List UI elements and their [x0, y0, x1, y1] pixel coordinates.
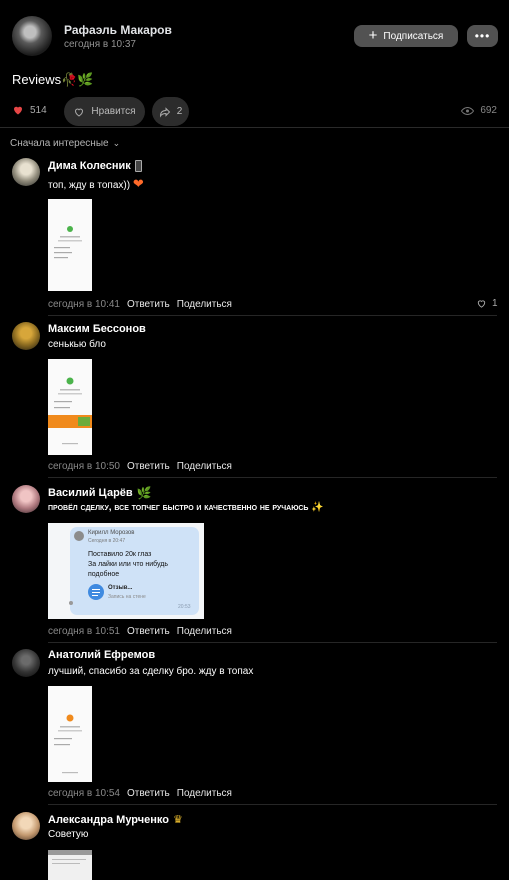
screenshot-image	[48, 199, 92, 291]
chevron-down-icon: ⌄	[112, 138, 121, 148]
message-avatar	[74, 531, 84, 541]
heart-outline-icon	[477, 300, 486, 308]
commenter-name[interactable]: Анатолий Ефремов	[48, 649, 155, 661]
screenshot-image	[48, 359, 92, 455]
comment-meta: сегодня в 10:50 Ответить Поделиться	[48, 461, 232, 472]
comment-likes-count: 1	[492, 298, 498, 309]
leaf-icon: 🌿	[136, 486, 152, 500]
commenter-name[interactable]: Дима Колесник	[48, 160, 142, 172]
comment-meta: сегодня в 10:41 Ответить Поделиться	[48, 299, 232, 310]
comment-meta: сегодня в 10:54 Ответить Поделиться	[48, 788, 232, 799]
views-count: 692	[480, 105, 497, 116]
comment-time[interactable]: сегодня в 10:54	[48, 788, 120, 799]
plus-icon: +	[368, 27, 378, 44]
phone-icon	[134, 160, 142, 172]
comment-time[interactable]: сегодня в 10:51	[48, 626, 120, 637]
reply-button[interactable]: Ответить	[127, 788, 170, 799]
share-icon	[159, 106, 170, 118]
eye-icon	[461, 106, 475, 115]
screenshot-line	[52, 863, 80, 864]
comment-divider	[48, 642, 497, 643]
like-button[interactable]: Нравится	[64, 97, 145, 126]
share-comment-button[interactable]: Поделиться	[177, 299, 232, 310]
message-time: Сегодня в 20:47	[88, 538, 126, 544]
sort-label: Сначала интересные	[10, 138, 109, 149]
comment-image[interactable]	[48, 359, 92, 455]
comment-image[interactable]	[48, 686, 92, 782]
commenter-name[interactable]: Максим Бессонов	[48, 323, 146, 335]
comment-time[interactable]: сегодня в 10:41	[48, 299, 120, 310]
rose-icon: 🥀	[61, 72, 78, 87]
more-icon: •••	[474, 29, 491, 43]
message-text: Поставило 20к глаз За лайки или что нибу…	[88, 551, 168, 578]
commenter-avatar[interactable]	[12, 812, 40, 840]
commenter-name[interactable]: Василий Царёв 🌿	[48, 486, 152, 500]
orange-heart-icon: ❤	[132, 176, 144, 191]
share-comment-button[interactable]: Поделиться	[177, 788, 232, 799]
comment-image[interactable]	[48, 850, 92, 880]
screenshot-image	[48, 686, 92, 782]
comment-divider	[48, 315, 497, 316]
divider	[0, 127, 509, 128]
commenter-name[interactable]: Александра Мурченко ♛	[48, 813, 183, 827]
subscribe-button[interactable]: + Подписаться	[354, 25, 458, 47]
post-author-name[interactable]: Рафаэль Макаров	[64, 23, 172, 37]
comment-text: провёл сделку, все топчег быстро и качес…	[48, 502, 324, 513]
document-icon	[88, 584, 104, 600]
reply-button[interactable]: Ответить	[127, 299, 170, 310]
reply-button[interactable]: Ответить	[127, 461, 170, 472]
comment-image[interactable]: Кирилл Морозов Сегодня в 20:47 Поставило…	[48, 523, 204, 619]
comment-text: Советую	[48, 829, 89, 840]
heart-outline-icon	[75, 108, 84, 117]
heart-icon	[14, 106, 22, 115]
comment-time[interactable]: сегодня в 10:50	[48, 461, 120, 472]
screenshot-line	[52, 859, 86, 860]
shares-count: 2	[176, 106, 183, 117]
commenter-avatar[interactable]	[12, 158, 40, 186]
author-avatar[interactable]	[12, 16, 52, 56]
share-comment-button[interactable]: Поделиться	[177, 626, 232, 637]
share-comment-button[interactable]: Поделиться	[177, 461, 232, 472]
link-title: Отзыв...	[108, 585, 133, 591]
comment-text: лучший, спасибо за сделку бро. жду в топ…	[48, 666, 254, 677]
sparkles-icon: ✨	[311, 502, 324, 513]
comment-text: сенькью бло	[48, 339, 106, 350]
share-button[interactable]: 2	[152, 97, 189, 126]
sort-dropdown[interactable]: Сначала интересные ⌄	[10, 138, 120, 149]
crown-icon: ♛	[172, 814, 183, 826]
message-stamp: 20:53	[178, 604, 191, 610]
views-counter: 692	[461, 105, 497, 116]
reply-button[interactable]: Ответить	[127, 626, 170, 637]
more-button[interactable]: •••	[467, 25, 498, 47]
message-author: Кирилл Морозов	[88, 530, 135, 536]
commenter-avatar[interactable]	[12, 649, 40, 677]
commenter-avatar[interactable]	[12, 485, 40, 513]
comment-divider	[48, 804, 497, 805]
commenter-avatar[interactable]	[12, 322, 40, 350]
comment-image[interactable]	[48, 199, 92, 291]
dot-icon	[69, 601, 73, 605]
comment-like-button[interactable]: 1	[476, 298, 498, 309]
comment-meta: сегодня в 10:51 Ответить Поделиться	[48, 626, 232, 637]
herb-icon: 🌿	[77, 72, 94, 87]
like-button-label: Нравится	[91, 106, 136, 117]
subscribe-label: Подписаться	[383, 30, 444, 42]
screenshot-image	[48, 850, 92, 855]
message-bubble: Кирилл Морозов Сегодня в 20:47 Поставило…	[70, 527, 199, 615]
link-subtitle: Запись на стене	[108, 594, 146, 600]
comment-divider	[48, 477, 497, 478]
post-time[interactable]: сегодня в 10:37	[64, 39, 136, 50]
likes-counter[interactable]: 514	[12, 104, 47, 116]
likes-count: 514	[30, 104, 47, 116]
comment-text: топ, жду в топах)) ❤	[48, 176, 144, 191]
post-text: Reviews🥀🌿	[12, 72, 94, 87]
